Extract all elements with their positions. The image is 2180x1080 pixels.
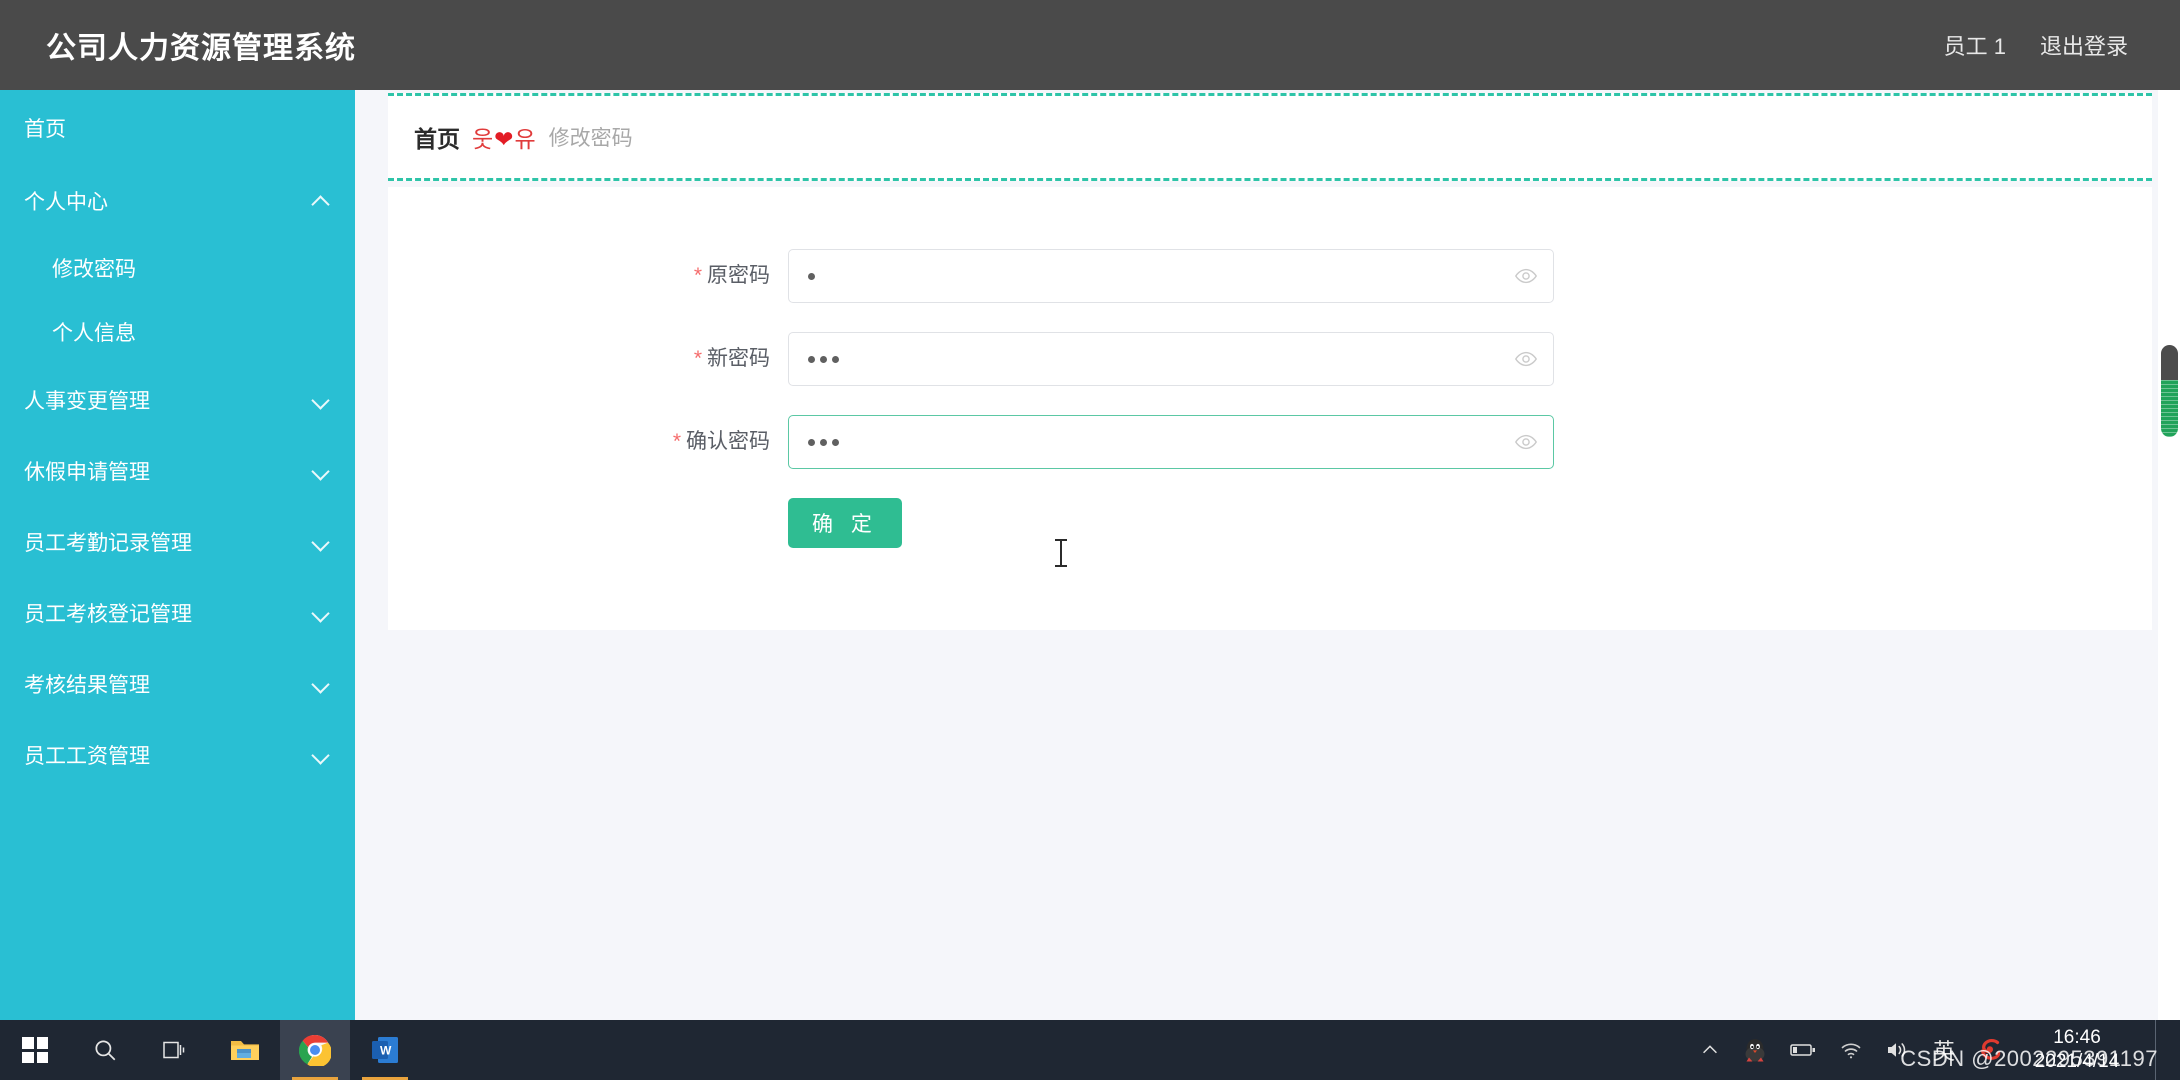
sidebar-item-assessment-registration[interactable]: 员工考核登记管理	[0, 577, 355, 648]
new-password-input[interactable]	[788, 332, 1554, 386]
sidebar-item-label: 考核结果管理	[24, 673, 150, 697]
old-password-label-text: 原密码	[707, 264, 770, 287]
person-right-glyph: 유	[514, 126, 537, 152]
new-password-label: * 新密码	[388, 332, 788, 386]
required-asterisk-icon: *	[672, 430, 681, 453]
form-actions-spacer	[388, 498, 788, 548]
confirm-password-label-text: 确认密码	[686, 430, 770, 453]
app-title: 公司人力资源管理系统	[46, 32, 356, 65]
battery-tray-icon[interactable]	[1789, 1041, 1817, 1059]
search-button[interactable]	[70, 1020, 140, 1080]
sidebar-item-personnel-change[interactable]: 人事变更管理	[0, 364, 355, 435]
clock-time: 16:46	[2053, 1027, 2101, 1049]
sidebar-item-label: 首页	[24, 117, 66, 141]
page-scrollbar-track[interactable]	[2158, 90, 2180, 1020]
page-scrollbar-thumb[interactable]	[2161, 345, 2178, 437]
task-view-icon	[161, 1038, 189, 1062]
sidebar-item-label: 个人信息	[52, 322, 136, 345]
sidebar-item-attendance-record[interactable]: 员工考勤记录管理	[0, 506, 355, 577]
form-row-new-password: * 新密码	[388, 332, 2152, 386]
svg-text:W: W	[380, 1044, 392, 1058]
eye-icon[interactable]	[1514, 264, 1538, 288]
sidebar-item-label: 人事变更管理	[24, 389, 150, 413]
show-desktop-button[interactable]	[2155, 1020, 2164, 1080]
form-row-confirm-password: * 确认密码	[388, 415, 2152, 469]
sidebar-item-personal-center[interactable]: 个人中心	[0, 165, 355, 236]
submit-button[interactable]: 确 定	[788, 498, 902, 548]
chevron-up-icon	[313, 193, 329, 209]
form-actions: 确 定	[388, 498, 2152, 548]
taskbar-clock[interactable]: 16:46 2021/4/14	[2025, 1026, 2133, 1074]
sidebar-item-personal-info[interactable]: 个人信息	[0, 300, 355, 364]
heart-icon: ❤	[494, 126, 515, 152]
eye-icon[interactable]	[1514, 430, 1538, 454]
sidebar-item-home[interactable]: 首页	[0, 90, 355, 165]
start-button[interactable]	[0, 1020, 70, 1080]
person-left-glyph: 웃	[472, 126, 495, 152]
chrome-button[interactable]	[280, 1020, 350, 1080]
old-password-input[interactable]	[788, 249, 1554, 303]
volume-tray-icon[interactable]	[1885, 1039, 1911, 1061]
task-view-button[interactable]	[140, 1020, 210, 1080]
chevron-down-icon	[313, 392, 329, 408]
change-password-form: * 原密码 * 新密码 * 确认密码 确 定	[388, 187, 2152, 548]
current-user-label[interactable]: 员工 1	[1944, 29, 2006, 61]
taskbar-buttons: W	[0, 1020, 420, 1080]
sidebar-item-label: 休假申请管理	[24, 460, 150, 484]
chevron-down-icon	[313, 605, 329, 621]
sidebar-item-label: 员工工资管理	[24, 744, 150, 768]
clock-date: 2021/4/14	[2034, 1051, 2120, 1072]
sidebar-item-change-password[interactable]: 修改密码	[0, 236, 355, 300]
sidebar-item-leave-application[interactable]: 休假申请管理	[0, 435, 355, 506]
folder-icon	[229, 1036, 261, 1064]
sogou-tray-icon[interactable]	[1977, 1037, 2003, 1063]
chevron-down-icon	[313, 747, 329, 763]
header-actions: 员工 1 退出登录	[1944, 29, 2128, 61]
eye-icon[interactable]	[1514, 347, 1538, 371]
main-content: 首页 웃❤유 修改密码 * 原密码 * 新密码 * 确认密码 确 定	[355, 90, 2180, 1020]
sidebar-item-label: 员工考核登记管理	[24, 602, 192, 626]
chevron-down-icon	[313, 463, 329, 479]
sidebar-item-salary-management[interactable]: 员工工资管理	[0, 719, 355, 790]
show-hidden-icons-button[interactable]	[1699, 1039, 1721, 1061]
chevron-down-icon	[313, 676, 329, 692]
old-password-label: * 原密码	[388, 249, 788, 303]
confirm-password-label: * 确认密码	[388, 415, 788, 469]
sidebar-item-label: 个人中心	[24, 190, 108, 214]
system-tray: 英 16:46 2021/4/14	[1699, 1020, 2180, 1080]
word-icon: W	[371, 1035, 399, 1065]
change-password-card: * 原密码 * 新密码 * 确认密码 确 定	[388, 187, 2152, 630]
breadcrumb-home-link[interactable]: 首页	[414, 120, 460, 154]
new-password-label-text: 新密码	[707, 347, 770, 370]
chevron-down-icon	[313, 534, 329, 550]
sidebar-item-label: 修改密码	[52, 258, 136, 281]
network-tray-icon[interactable]	[1839, 1039, 1863, 1061]
qq-tray-icon[interactable]	[1743, 1037, 1767, 1063]
screen-root: 公司人力资源管理系统 员工 1 退出登录 首页 个人中心 修改密码 个人信息 人…	[0, 0, 2180, 1080]
search-icon	[92, 1037, 118, 1063]
form-row-old-password: * 原密码	[388, 249, 2152, 303]
windows-taskbar: W 英 16:46 2021/4/14	[0, 1020, 2180, 1080]
new-password-input-wrap	[788, 332, 1554, 386]
windows-logo-icon	[22, 1037, 48, 1063]
logout-button[interactable]: 退出登录	[2040, 29, 2128, 61]
file-explorer-button[interactable]	[210, 1020, 280, 1080]
chrome-icon	[299, 1034, 331, 1066]
breadcrumb-current-page: 修改密码	[548, 127, 633, 150]
sidebar-nav: 首页 个人中心 修改密码 个人信息 人事变更管理 休假申请管理 员工考勤记录管理…	[0, 90, 355, 1020]
app-header: 公司人力资源管理系统 员工 1 退出登录	[0, 0, 2180, 90]
old-password-input-wrap	[788, 249, 1554, 303]
word-button[interactable]: W	[350, 1020, 420, 1080]
sidebar-item-label: 员工考勤记录管理	[24, 531, 192, 555]
breadcrumb: 首页 웃❤유 修改密码	[388, 93, 2152, 181]
ime-indicator[interactable]: 英	[1933, 1034, 1955, 1066]
confirm-password-input-wrap	[788, 415, 1554, 469]
sidebar-item-assessment-result[interactable]: 考核结果管理	[0, 648, 355, 719]
confirm-password-input[interactable]	[788, 415, 1554, 469]
breadcrumb-separator-icon: 웃❤유	[472, 120, 537, 154]
required-asterisk-icon: *	[693, 347, 702, 370]
required-asterisk-icon: *	[693, 264, 702, 287]
